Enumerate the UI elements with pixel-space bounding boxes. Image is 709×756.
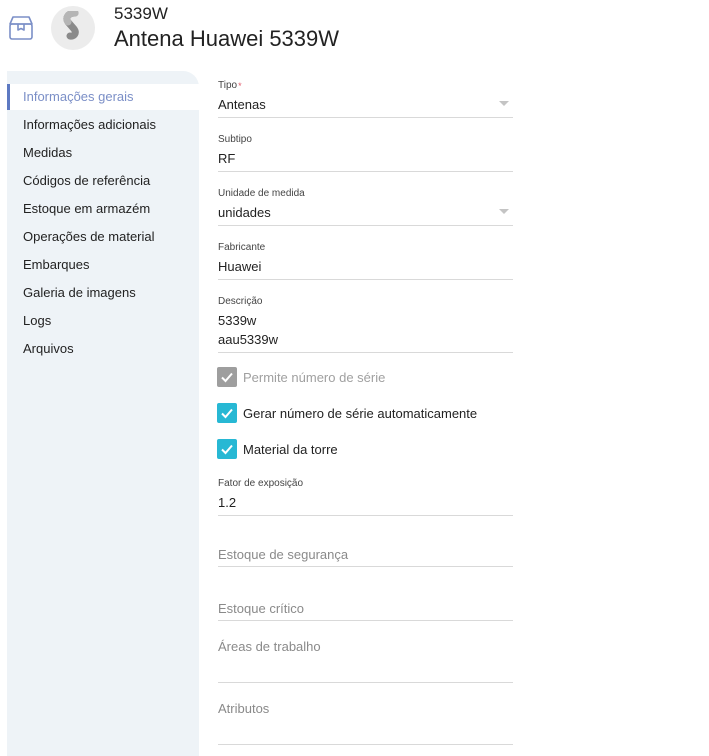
subtipo-value: RF xyxy=(218,151,236,166)
fator-value: 1.2 xyxy=(218,495,237,510)
dropdown-arrow-icon[interactable] xyxy=(499,209,509,214)
checkbox-gerar-serie[interactable]: Gerar número de série automaticamente xyxy=(217,403,477,423)
sidebar-item-medidas[interactable]: Medidas xyxy=(7,140,199,166)
descricao-line-1: 5339w xyxy=(218,313,257,328)
tipo-underline xyxy=(218,117,513,118)
sidebar: Informações gerais Informações adicionai… xyxy=(7,71,199,756)
sidebar-item-codigos-referencia[interactable]: Códigos de referência xyxy=(7,168,199,194)
avatar[interactable] xyxy=(51,6,95,50)
required-mark: * xyxy=(238,81,242,91)
checkbox-label[interactable]: Material da torre xyxy=(243,442,338,457)
atributos-input[interactable]: Atributos xyxy=(218,701,513,716)
page-title: Antena Huawei 5339W xyxy=(114,26,340,51)
checkbox[interactable] xyxy=(217,439,237,459)
page-header: 5339W Antena Huawei 5339W xyxy=(0,0,709,62)
tipo-select[interactable]: Tipo* Antenas xyxy=(218,80,513,118)
check-icon xyxy=(221,372,233,383)
tipo-value: Antenas xyxy=(218,97,266,112)
fabricante-underline xyxy=(218,279,513,280)
descricao-label: Descrição xyxy=(218,296,263,307)
sidebar-item-galeria-imagens[interactable]: Galeria de imagens xyxy=(7,280,199,306)
estoque-critico-underline xyxy=(218,620,513,621)
atributos-underline xyxy=(218,744,513,745)
estoque-seguranca-underline xyxy=(218,566,513,567)
tipo-label: Tipo xyxy=(218,80,238,91)
checkbox-permite-serie: Permite número de série xyxy=(217,367,385,387)
descricao-underline xyxy=(218,352,513,353)
checkbox-label[interactable]: Gerar número de série automaticamente xyxy=(243,406,477,421)
unidade-underline xyxy=(218,225,513,226)
sidebar-item-estoque-armazem[interactable]: Estoque em armazém xyxy=(7,196,199,222)
subtipo-underline xyxy=(218,171,513,172)
checkbox-disabled xyxy=(217,367,237,387)
subtipo-field[interactable]: Subtipo RF xyxy=(218,134,513,172)
box-icon xyxy=(9,16,33,40)
descricao-line-2: aau5339w xyxy=(218,332,278,347)
checkbox[interactable] xyxy=(217,403,237,423)
descricao-textarea[interactable]: Descrição 5339w aau5339w xyxy=(218,296,513,353)
unidade-value: unidades xyxy=(218,205,271,220)
unidade-label: Unidade de medida xyxy=(218,188,305,199)
sidebar-item-informacoes-adicionais[interactable]: Informações adicionais xyxy=(7,112,199,138)
fator-exposicao-field[interactable]: Fator de exposição 1.2 xyxy=(218,478,513,516)
areas-trabalho-input[interactable]: Áreas de trabalho xyxy=(218,639,513,654)
sidebar-item-informacoes-gerais[interactable]: Informações gerais xyxy=(7,84,199,110)
sidebar-item-embarques[interactable]: Embarques xyxy=(7,252,199,278)
fabricante-value: Huawei xyxy=(218,259,262,274)
estoque-critico-input[interactable]: Estoque crítico xyxy=(218,601,513,616)
material-code: 5339W xyxy=(114,4,168,23)
checkbox-material-torre[interactable]: Material da torre xyxy=(217,439,338,459)
fator-underline xyxy=(218,515,513,516)
check-icon xyxy=(221,444,233,455)
sidebar-item-arquivos[interactable]: Arquivos xyxy=(7,336,199,362)
fator-label: Fator de exposição xyxy=(218,478,304,489)
checkbox-label: Permite número de série xyxy=(243,369,386,385)
subtipo-label: Subtipo xyxy=(218,134,252,145)
logo-icon xyxy=(63,11,79,40)
fabricante-field[interactable]: Fabricante Huawei xyxy=(218,242,513,280)
unidade-select[interactable]: Unidade de medida unidades xyxy=(218,188,513,226)
fabricante-label: Fabricante xyxy=(218,242,266,253)
dropdown-arrow-icon[interactable] xyxy=(499,101,509,106)
sidebar-item-logs[interactable]: Logs xyxy=(7,308,199,334)
areas-trabalho-underline xyxy=(218,682,513,683)
check-icon xyxy=(221,408,233,419)
sidebar-item-operacoes-material[interactable]: Operações de material xyxy=(7,224,199,250)
estoque-seguranca-input[interactable]: Estoque de segurança xyxy=(218,547,513,562)
